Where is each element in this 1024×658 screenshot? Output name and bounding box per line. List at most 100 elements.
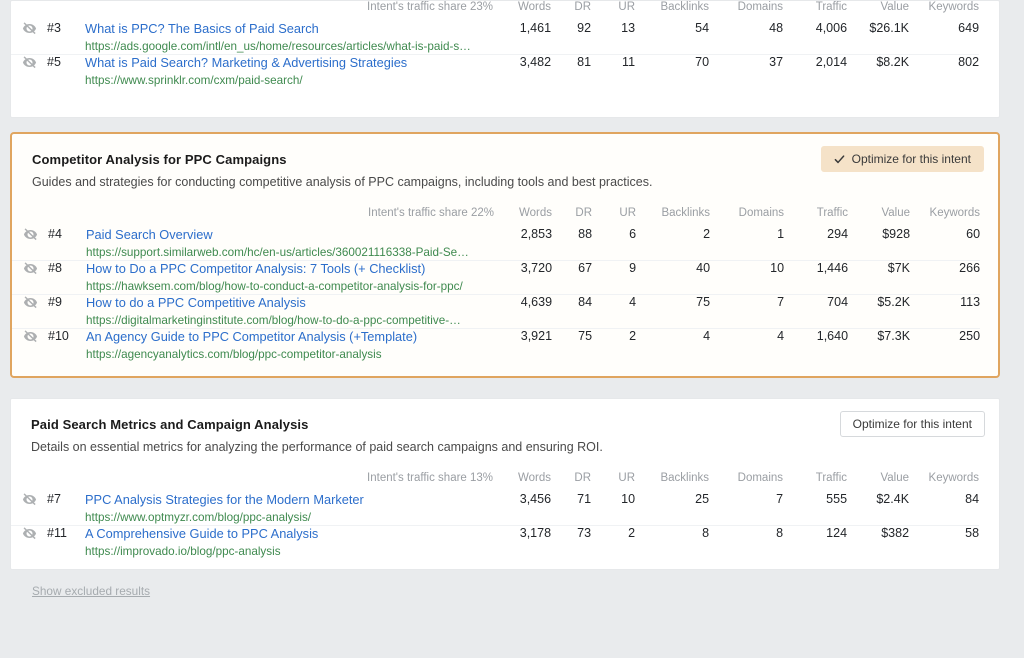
show-excluded-results-link[interactable]: Show excluded results [32, 584, 150, 598]
column-header-value[interactable]: Value [848, 207, 910, 227]
result-url[interactable]: https://support.similarweb.com/hc/en-us/… [86, 246, 494, 260]
table-row: #10 An Agency Guide to PPC Competitor An… [12, 328, 980, 362]
intent-card-paid-search-metrics: Paid Search Metrics and Campaign Analysi… [10, 397, 1000, 570]
cell-keywords[interactable]: 84 [909, 491, 980, 526]
cell-backlinks[interactable]: 75 [636, 294, 711, 329]
hide-result-button[interactable] [11, 525, 47, 559]
cell-keywords[interactable]: 802 [909, 55, 979, 89]
cell-keywords[interactable]: 58 [909, 525, 979, 559]
result-url[interactable]: https://ads.google.com/intl/en_us/home/r… [85, 40, 493, 54]
column-header-value[interactable]: Value [847, 472, 909, 492]
optimize-for-this-intent-button[interactable]: Optimize for this intent [820, 146, 984, 172]
cell-keywords[interactable]: 250 [910, 328, 980, 362]
hide-result-button[interactable] [11, 491, 47, 526]
column-header-dr[interactable]: DR [551, 1, 591, 21]
column-header-words[interactable]: Words [494, 207, 552, 227]
column-header-dr[interactable]: DR [551, 472, 591, 492]
result-title-link[interactable]: How to Do a PPC Competitor Analysis: 7 T… [86, 261, 494, 277]
hide-result-button[interactable] [12, 260, 48, 295]
cell-ur: 11 [622, 55, 636, 70]
cell-traffic: 2,014 [815, 55, 848, 70]
cell-backlinks[interactable]: 54 [635, 21, 710, 56]
result-title-link[interactable]: An Agency Guide to PPC Competitor Analys… [86, 329, 494, 345]
result-title-link[interactable]: What is PPC? The Basics of Paid Search [85, 21, 493, 37]
column-header-ur[interactable]: UR [591, 1, 635, 21]
table-row: #3 What is PPC? The Basics of Paid Searc… [11, 21, 980, 56]
column-header-value[interactable]: Value [847, 1, 909, 21]
column-header-keywords[interactable]: Keywords [909, 1, 980, 21]
cell-keywords[interactable]: 266 [910, 260, 981, 295]
column-header-words[interactable]: Words [493, 472, 551, 492]
column-header-backlinks[interactable]: Backlinks [635, 472, 709, 492]
result-title-link[interactable]: How to do a PPC Competitive Analysis [86, 295, 494, 311]
hide-result-button[interactable] [12, 328, 48, 362]
column-header-traffic[interactable]: Traffic [783, 472, 847, 492]
cell-domains[interactable]: 1 [710, 226, 785, 261]
results-table: Intent's traffic share 23% Words DR UR B… [11, 1, 980, 89]
intent-card-competitor-analysis: Competitor Analysis for PPC Campaigns Gu… [10, 132, 1000, 378]
result-url[interactable]: https://www.sprinklr.com/cxm/paid-search… [85, 74, 493, 88]
cell-domains[interactable]: 48 [709, 21, 784, 56]
cell-value: $928 [848, 226, 911, 261]
hide-result-button[interactable] [11, 21, 47, 56]
check-icon [834, 154, 845, 165]
column-header-domains[interactable]: Domains [709, 472, 783, 492]
cell-keywords[interactable]: 649 [909, 21, 980, 56]
result-title-link[interactable]: A Comprehensive Guide to PPC Analysis [85, 526, 493, 542]
hide-result-button[interactable] [12, 294, 48, 329]
result-url[interactable]: https://improvado.io/blog/ppc-analysis [85, 545, 493, 559]
hide-result-button[interactable] [12, 226, 48, 261]
column-header-traffic[interactable]: Traffic [784, 207, 848, 227]
result-title-link[interactable]: What is Paid Search? Marketing & Adverti… [85, 55, 493, 71]
cell-domains[interactable]: 10 [710, 260, 785, 295]
intent-card-header: Paid Search Metrics and Campaign Analysi… [11, 399, 999, 456]
hide-result-button[interactable] [11, 55, 47, 89]
cell-ur: 10 [591, 491, 636, 526]
cell-domains[interactable]: 37 [709, 55, 783, 89]
cell-traffic: 294 [784, 226, 849, 261]
result-url[interactable]: https://www.optmyzr.com/blog/ppc-analysi… [85, 511, 493, 525]
column-header-domains[interactable]: Domains [709, 1, 783, 21]
column-header-keywords[interactable]: Keywords [909, 472, 980, 492]
result-url[interactable]: https://hawksem.com/blog/how-to-conduct-… [86, 280, 494, 294]
optimize-for-this-intent-button[interactable]: Optimize for this intent [839, 410, 985, 437]
cell-dr: 88 [552, 226, 593, 261]
results-rows: #3 What is PPC? The Basics of Paid Searc… [11, 21, 980, 89]
column-header-backlinks[interactable]: Backlinks [635, 1, 709, 21]
cell-words: 4,639 [494, 294, 553, 329]
cell-domains[interactable]: 7 [710, 294, 785, 329]
result-cell: Paid Search Overview https://support.sim… [86, 226, 495, 261]
cell-backlinks[interactable]: 4 [636, 328, 710, 362]
result-cell: PPC Analysis Strategies for the Modern M… [85, 491, 494, 526]
column-header-words[interactable]: Words [493, 1, 551, 21]
cell-domains[interactable]: 4 [710, 328, 784, 362]
column-header-domains[interactable]: Domains [710, 207, 784, 227]
cell-keywords[interactable]: 60 [910, 226, 981, 261]
cell-ur: 2 [629, 328, 637, 343]
eye-slash-icon [23, 329, 38, 344]
column-header-backlinks[interactable]: Backlinks [636, 207, 710, 227]
result-title-link[interactable]: Paid Search Overview [86, 227, 494, 243]
column-header-ur[interactable]: UR [591, 472, 635, 492]
cell-backlinks[interactable]: 8 [635, 525, 709, 559]
cell-backlinks[interactable]: 40 [636, 260, 711, 295]
cell-domains[interactable]: 7 [709, 491, 784, 526]
cell-value: $2.4K [847, 491, 910, 526]
result-url[interactable]: https://digitalmarketinginstitute.com/bl… [86, 314, 494, 328]
cell-words: 2,853 [494, 226, 553, 261]
rank-label: #11 [47, 525, 67, 540]
result-url[interactable]: https://agencyanalytics.com/blog/ppc-com… [86, 348, 494, 362]
column-header-keywords[interactable]: Keywords [910, 207, 981, 227]
result-title-link[interactable]: PPC Analysis Strategies for the Modern M… [85, 492, 493, 508]
cell-keywords[interactable]: 113 [910, 294, 981, 329]
cell-domains[interactable]: 8 [709, 525, 783, 559]
column-header-traffic[interactable]: Traffic [783, 1, 847, 21]
column-header-dr[interactable]: DR [552, 207, 592, 227]
column-header-ur[interactable]: UR [592, 207, 636, 227]
cell-backlinks[interactable]: 25 [635, 491, 710, 526]
cell-backlinks[interactable]: 70 [635, 55, 709, 89]
results-rows: #4 Paid Search Overview https://support.… [12, 226, 981, 362]
results-table: Intent's traffic share 22% Words DR UR B… [12, 207, 981, 362]
cell-dr: 71 [551, 491, 592, 526]
cell-backlinks[interactable]: 2 [636, 226, 711, 261]
